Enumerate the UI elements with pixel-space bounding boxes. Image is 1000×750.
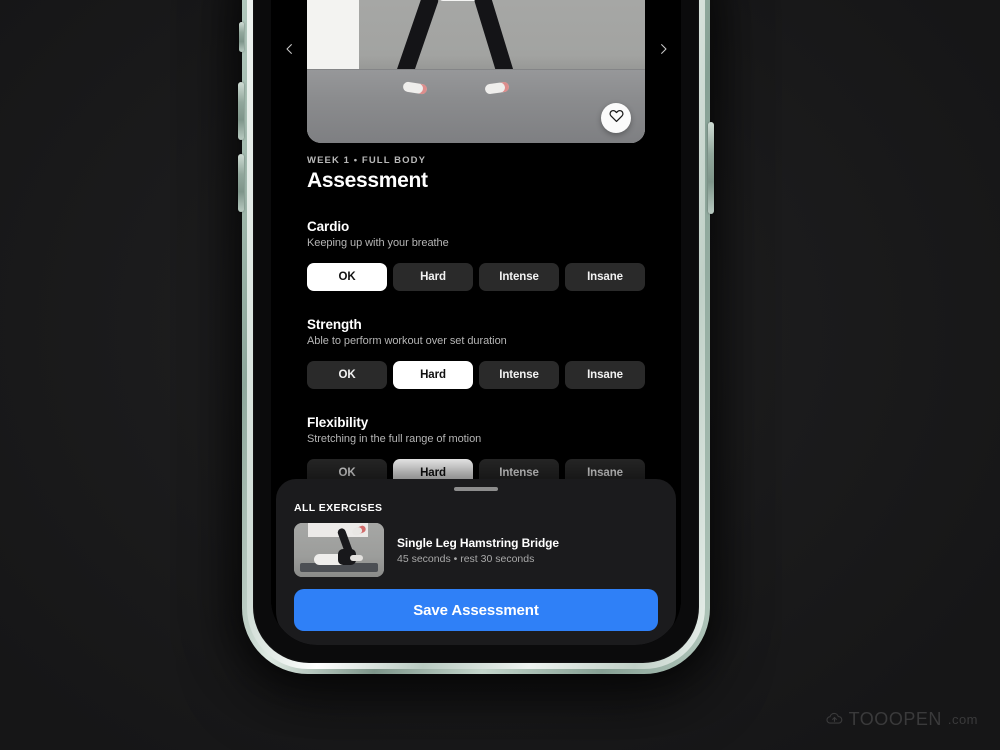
device-bezel: WEEK 1 • FULL BODY Assessment Cardio Kee…	[253, 0, 699, 663]
exercise-meta: Single Leg Hamstring Bridge 45 seconds •…	[397, 536, 559, 565]
question-group-flexibility: Flexibility Stretching in the full range…	[307, 415, 645, 487]
page-title: Assessment	[307, 169, 428, 192]
question-title: Cardio	[307, 219, 350, 234]
phone-screen: WEEK 1 • FULL BODY Assessment Cardio Kee…	[271, 0, 681, 645]
carousel-prev-button[interactable]	[271, 0, 307, 151]
volume-down-button[interactable]	[238, 154, 244, 212]
question-subtitle: Stretching in the full range of motion	[307, 433, 482, 445]
studio-floor	[307, 69, 645, 143]
option-strength-hard[interactable]: Hard	[393, 361, 473, 389]
heart-icon	[608, 108, 624, 128]
breadcrumb: WEEK 1 • FULL BODY	[307, 155, 427, 166]
question-title: Flexibility	[307, 415, 369, 430]
carousel-next-button[interactable]	[645, 0, 681, 151]
option-strength-intense[interactable]: Intense	[479, 361, 559, 389]
option-cardio-hard[interactable]: Hard	[393, 263, 473, 291]
exercise-thumbnail	[294, 523, 384, 577]
watermark-name: TOOOPEN	[848, 709, 942, 729]
option-cardio-insane[interactable]: Insane	[565, 263, 645, 291]
sheet-title: ALL EXERCISES	[294, 502, 383, 514]
thumbnail-shoe-planted	[350, 555, 363, 561]
save-assessment-button[interactable]: Save Assessment	[294, 589, 658, 631]
question-subtitle: Able to perform workout over set duratio…	[307, 335, 507, 347]
question-title: Strength	[307, 317, 362, 332]
all-exercises-sheet: ALL EXERCISES Single Leg Hamstring Bridg…	[276, 479, 676, 645]
question-group-cardio: Cardio Keeping up with your breathe OK H…	[307, 219, 645, 291]
hero-carousel	[271, 0, 681, 151]
exercise-duration: 45 seconds • rest 30 seconds	[397, 552, 535, 565]
silence-switch[interactable]	[239, 22, 244, 52]
sheet-drag-handle[interactable]	[454, 487, 498, 491]
screenshot-stage: WEEK 1 • FULL BODY Assessment Cardio Kee…	[0, 0, 1000, 750]
chevron-right-icon	[656, 38, 671, 65]
question-subtitle: Keeping up with your breathe	[307, 237, 449, 249]
option-group: OK Hard Intense Insane	[307, 263, 645, 291]
watermark-suffix: .com	[947, 712, 978, 727]
option-cardio-ok[interactable]: OK	[307, 263, 387, 291]
video-frame-image	[307, 0, 645, 143]
cloud-upload-icon	[826, 709, 843, 730]
floor-seam	[307, 69, 645, 70]
exercise-video-preview[interactable]	[307, 0, 645, 143]
exercise-name: Single Leg Hamstring Bridge	[397, 535, 559, 550]
watermark: TOOOPEN .com	[826, 709, 978, 730]
question-group-strength: Strength Able to perform workout over se…	[307, 317, 645, 389]
phone-device: WEEK 1 • FULL BODY Assessment Cardio Kee…	[238, 0, 714, 674]
option-strength-ok[interactable]: OK	[307, 361, 387, 389]
option-cardio-intense[interactable]: Intense	[479, 263, 559, 291]
option-group: OK Hard Intense Insane	[307, 361, 645, 389]
power-button[interactable]	[708, 122, 714, 214]
volume-up-button[interactable]	[238, 82, 244, 140]
workout-app: WEEK 1 • FULL BODY Assessment Cardio Kee…	[271, 0, 681, 645]
chevron-left-icon	[282, 38, 297, 65]
option-strength-insane[interactable]: Insane	[565, 361, 645, 389]
favorite-button[interactable]	[601, 103, 631, 133]
list-item[interactable]: Single Leg Hamstring Bridge 45 seconds •…	[294, 523, 658, 577]
